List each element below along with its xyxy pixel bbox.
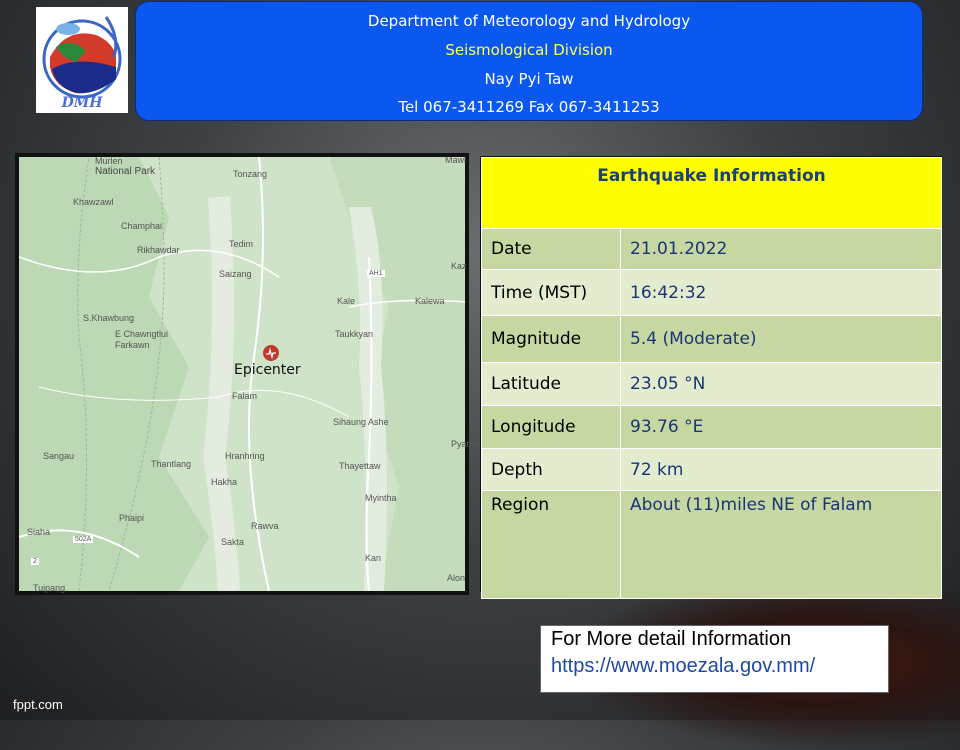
row-value: 72 km (620, 448, 942, 491)
row-key: Time (MST) (481, 269, 621, 316)
department-name: Department of Meteorology and Hydrology (367, 12, 691, 30)
table-heading: Earthquake Information (481, 157, 942, 229)
logo-text: DMH (61, 95, 104, 111)
epicenter-label: Epicenter (234, 362, 301, 378)
row-key: Longitude (481, 405, 621, 449)
map-place: Khawzawl (73, 197, 114, 207)
table-row: Depth 72 km (481, 448, 942, 491)
map-place: E Chawngtlui (115, 329, 169, 339)
map-place: Alon (447, 573, 466, 583)
map-place: Phaipi (119, 513, 145, 523)
footer-brand: fppt.com (13, 697, 63, 712)
more-detail-box: For More detail Information https://www.… (540, 625, 889, 693)
row-value: About (11)miles NE of Falam (620, 490, 942, 599)
table-row: Region About (11)miles NE of Falam (481, 490, 942, 599)
map-place: Thayettaw (339, 461, 381, 471)
map-place: Mawl (445, 155, 467, 165)
table-row: Time (MST) 16:42:32 (481, 269, 942, 316)
table-row: Date 21.01.2022 (481, 228, 942, 270)
more-detail-text: For More detail Information (551, 628, 792, 650)
highway-label: 2 (31, 558, 39, 565)
map-place: Sakta (221, 537, 245, 547)
map-place: Tedim (229, 239, 254, 249)
row-key: Region (481, 490, 621, 599)
epicenter-marker-icon (263, 345, 279, 361)
row-value: 23.05 °N (620, 362, 942, 406)
row-value: 16:42:32 (620, 269, 942, 316)
map-place: Kalewa (415, 296, 445, 306)
map-place: Farkawn (115, 340, 150, 350)
row-value: 21.01.2022 (620, 228, 942, 270)
row-value: 93.76 °E (620, 405, 942, 449)
map-place: Falam (232, 391, 258, 401)
map-place: Champhai (121, 221, 163, 231)
earthquake-info-panel: Earthquake Information Date 21.01.2022 T… (480, 156, 942, 599)
map-place: S.Khawbung (83, 313, 135, 323)
row-key: Magnitude (481, 315, 621, 363)
map-place: Kale (337, 296, 356, 306)
highway-label: 502A (73, 536, 94, 543)
header-banner: Department of Meteorology and Hydrology … (135, 1, 923, 121)
earthquake-info-table: Earthquake Information Date 21.01.2022 T… (481, 157, 942, 599)
map-place: Rikhawdar (137, 245, 180, 255)
table-row: Magnitude 5.4 (Moderate) (481, 315, 942, 363)
map-place: Kaz (451, 261, 467, 271)
map-place: Taukkyan (335, 329, 374, 339)
map-place: Myintha (365, 493, 397, 503)
row-key: Date (481, 228, 621, 270)
map-place: Siaha (27, 527, 51, 537)
map-place: Hranhring (225, 451, 265, 461)
map-place: Tuipang (33, 583, 66, 593)
map-place: Tonzang (233, 169, 268, 179)
map-place: National Park (95, 166, 156, 177)
map-place: Rawva (251, 521, 279, 531)
contact-info: Tel 067-3411269 Fax 067-3411253 (398, 98, 660, 116)
map-place: Pyatho (451, 439, 480, 449)
epicenter-map: Murlen National Park Tonzang Khawzawl Ch… (15, 153, 479, 595)
table-row: Longitude 93.76 °E (481, 405, 942, 449)
map-place: Murlen (95, 156, 123, 166)
row-key: Depth (481, 448, 621, 491)
map-place: Thantlang (151, 459, 192, 469)
table-row: Latitude 23.05 °N (481, 362, 942, 406)
website-link[interactable]: https://www.moezala.gov.mm/ (541, 653, 888, 680)
map-place: Kan (365, 553, 382, 563)
dmh-logo: DMH (36, 7, 128, 113)
row-key: Latitude (481, 362, 621, 406)
division-name: Seismological Division (445, 41, 613, 59)
map-place: Hakha (211, 477, 238, 487)
map-place: Sihaung Ashe (333, 417, 389, 427)
map-place: Saizang (219, 269, 252, 279)
highway-label: AH1 (367, 270, 385, 277)
city-name: Nay Pyi Taw (484, 70, 574, 88)
row-value: 5.4 (Moderate) (620, 315, 942, 363)
map-place: Sangau (43, 451, 75, 461)
